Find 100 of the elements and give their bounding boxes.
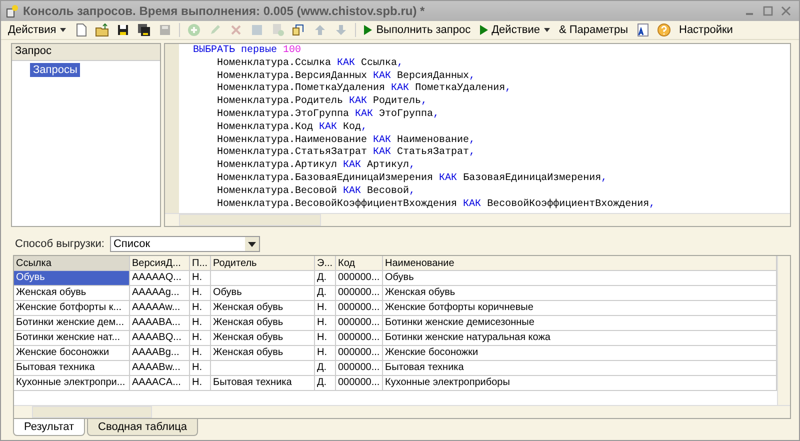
play-icon bbox=[364, 25, 372, 36]
column-header[interactable]: Ссылка bbox=[14, 256, 130, 271]
add-icon bbox=[187, 23, 202, 38]
caret-icon bbox=[60, 28, 66, 32]
table-cell: AAAABQ... bbox=[130, 331, 190, 346]
table-cell: 000000... bbox=[336, 361, 383, 376]
table-cell: Н. bbox=[190, 286, 211, 301]
table-cell: 000000... bbox=[336, 271, 383, 286]
table-cell: Бытовая техника bbox=[383, 361, 777, 376]
help-icon[interactable] bbox=[657, 23, 671, 38]
run-query-button[interactable]: Выполнить запрос bbox=[361, 24, 474, 36]
copy-icon bbox=[271, 23, 286, 38]
window-title: Консоль запросов. Время выполнения: 0.005 (www.chistov.spb.ru) * bbox=[23, 4, 426, 18]
table-cell: 000000... bbox=[336, 286, 383, 301]
actions-menu[interactable]: Действия bbox=[5, 24, 70, 36]
table-cell: 000000... bbox=[336, 316, 383, 331]
table-cell: AAAAAg... bbox=[130, 286, 190, 301]
table-cell: AAAAAQ... bbox=[130, 271, 190, 286]
horizontal-scrollbar[interactable] bbox=[14, 405, 790, 418]
table-cell: Женские босоножки bbox=[14, 346, 130, 361]
code-line: ВЫБРАТЬ первые 100 bbox=[193, 45, 302, 58]
play-icon bbox=[480, 25, 488, 36]
code-line: Номенклатура.ВесовойКоэффициентВхождения КАК ВесовойКоэффициентВхождения, bbox=[216, 198, 656, 212]
app-icon bbox=[5, 4, 19, 18]
code-line: Номенклатура.Код КАК Код, bbox=[216, 122, 368, 135]
table-cell: 000000... bbox=[336, 301, 383, 316]
table-cell: Н. bbox=[190, 271, 211, 286]
table-cell: Ботинки женские нат... bbox=[14, 331, 130, 346]
table-cell: Н. bbox=[190, 361, 211, 376]
code-line: Номенклатура.Наименование КАК Наименование, bbox=[216, 134, 476, 147]
table-cell: Обувь bbox=[383, 271, 777, 286]
column-header[interactable]: ВерсияД... bbox=[130, 256, 190, 271]
column-header[interactable]: П... bbox=[190, 256, 211, 271]
scrollbar-thumb[interactable] bbox=[179, 214, 321, 226]
table-cell: Бытовая техника bbox=[14, 361, 130, 376]
table-cell: Женская обувь bbox=[211, 316, 315, 331]
table-cell: 000000... bbox=[336, 346, 383, 361]
table-cell: Женская обувь bbox=[211, 346, 315, 361]
tree-item[interactable]: Запросы bbox=[30, 63, 80, 77]
table-cell: Обувь bbox=[211, 286, 315, 301]
table-cell: Женские ботфорты к... bbox=[14, 301, 130, 316]
code-line: Номенклатура.Ссылка КАК Ссылка, bbox=[216, 58, 404, 71]
code-line: Номенклатура.СтатьяЗатрат КАК СтатьяЗатрат, bbox=[216, 147, 476, 160]
column-header[interactable]: Э... bbox=[315, 256, 336, 271]
table-cell: 000000... bbox=[336, 331, 383, 346]
column-header: Запрос bbox=[12, 44, 160, 61]
table-cell: Н. bbox=[315, 301, 336, 316]
table-cell: Бытовая техника bbox=[211, 376, 315, 391]
table-cell: Женская обувь bbox=[211, 301, 315, 316]
column-header[interactable]: Код bbox=[336, 256, 383, 271]
delete-icon bbox=[229, 23, 244, 38]
table-cell: Женская обувь bbox=[383, 286, 777, 301]
export-mode-dropdown[interactable]: Список bbox=[110, 236, 260, 252]
maximize-icon[interactable] bbox=[763, 6, 773, 16]
column-header[interactable]: Наименование bbox=[383, 256, 777, 271]
arrow-up-icon bbox=[313, 23, 328, 38]
table-cell: Н. bbox=[190, 331, 211, 346]
close-icon[interactable] bbox=[781, 6, 791, 16]
table-cell: Женская обувь bbox=[211, 331, 315, 346]
table-cell: Женские ботфорты коричневые bbox=[383, 301, 777, 316]
table-cell: Д. bbox=[315, 361, 336, 376]
table-cell: Н. bbox=[315, 346, 336, 361]
table-cell: Ботинки женские демисезонные bbox=[383, 316, 777, 331]
parameters-button[interactable]: & Параметры bbox=[556, 24, 631, 36]
column-header[interactable]: Родитель bbox=[211, 256, 315, 271]
code-line: Номенклатура.ПометкаУдаления КАК ПометкаУдаления, bbox=[216, 83, 512, 96]
action-menu[interactable]: Действие bbox=[476, 24, 553, 36]
code-line: Номенклатура.ВерсияДанных КАК ВерсияДанных, bbox=[216, 70, 476, 83]
tab[interactable]: Сводная таблица bbox=[87, 419, 198, 436]
table-cell: Н. bbox=[190, 376, 211, 391]
open-folder-icon[interactable] bbox=[95, 23, 110, 38]
table-cell: Ботинки женские натуральная кожа bbox=[383, 331, 777, 346]
save-icon[interactable] bbox=[116, 23, 130, 38]
save-copy-icon[interactable] bbox=[137, 23, 152, 38]
settings-button[interactable]: Настройки bbox=[676, 24, 736, 36]
table-cell: Н. bbox=[190, 301, 211, 316]
code-line: Номенклатура.ЭтоГруппа КАК ЭтоГруппа, bbox=[216, 108, 440, 122]
table-cell: Женские босоножки bbox=[383, 346, 777, 361]
table-cell: Н. bbox=[190, 316, 211, 331]
vertical-scrollbar[interactable] bbox=[777, 256, 790, 405]
table-cell: Обувь bbox=[14, 271, 130, 286]
table-cell: Кухонные электропри... bbox=[14, 376, 130, 391]
table-cell: Н. bbox=[190, 346, 211, 361]
table-cell: Ботинки женские дем... bbox=[14, 316, 130, 331]
tab[interactable]: Результат bbox=[13, 419, 86, 436]
table-cell: Кухонные электроприборы bbox=[383, 376, 777, 391]
hierarchy-icon[interactable] bbox=[292, 23, 306, 38]
code-editor[interactable] bbox=[164, 43, 791, 227]
table-cell: AAAABA... bbox=[130, 316, 190, 331]
caret-icon bbox=[544, 28, 550, 32]
table-cell: AAAACA... bbox=[130, 376, 190, 391]
table-cell: Д. bbox=[315, 271, 336, 286]
arrow-down-icon bbox=[334, 23, 348, 38]
table-cell: 000000... bbox=[336, 376, 383, 391]
code-line: Номенклатура.БазоваяЕдиницаИзмерения КАК БазоваяЕдиницаИзмерения, bbox=[216, 172, 608, 186]
code-line: Номенклатура.Весовой КАК Весовой, bbox=[216, 186, 416, 198]
code-line: Номенклатура.Родитель КАК Родитель, bbox=[216, 96, 428, 109]
code-line: Номенклатура.Артикул КАК Артикул, bbox=[216, 160, 416, 173]
document-icon[interactable] bbox=[636, 23, 650, 38]
table-cell: Женская обувь bbox=[14, 286, 130, 301]
